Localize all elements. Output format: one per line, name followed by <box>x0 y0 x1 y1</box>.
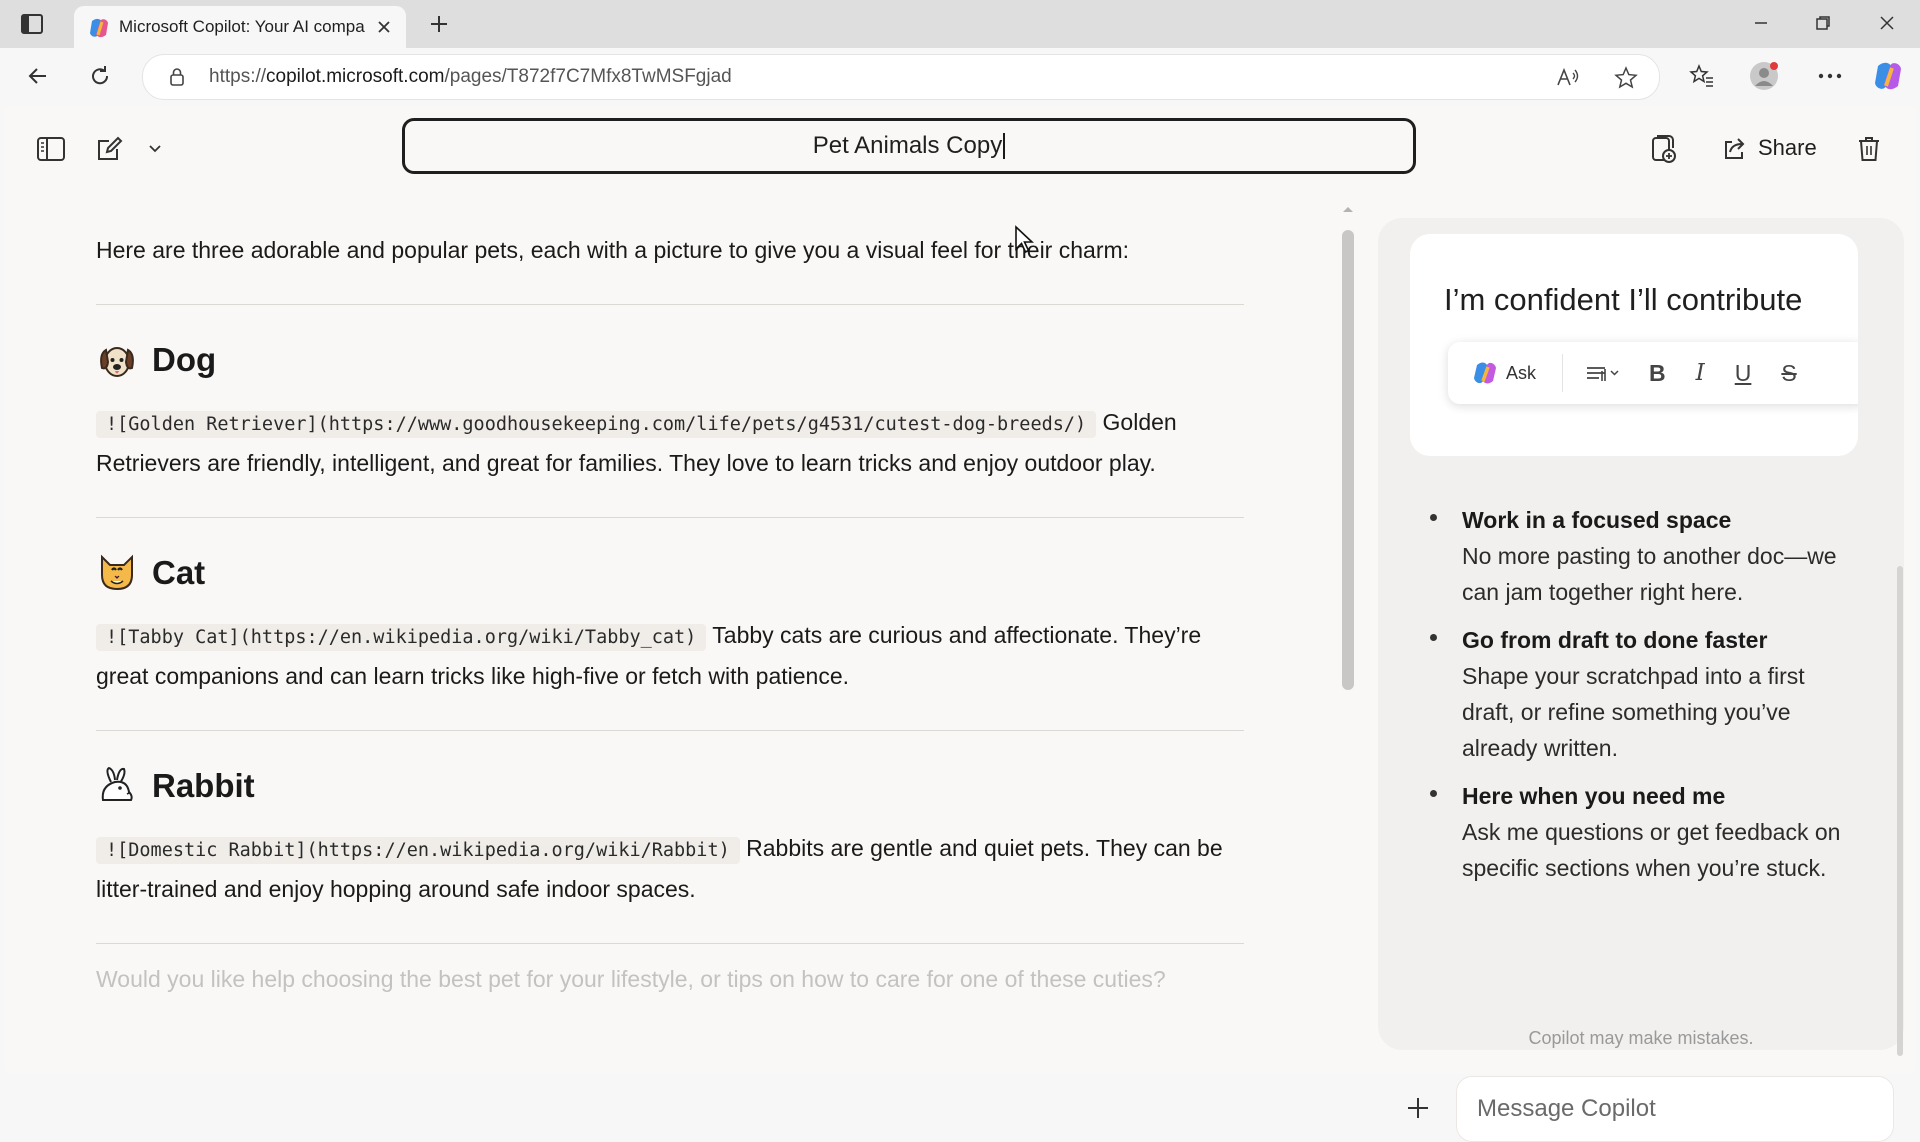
cat-face-icon <box>96 552 138 594</box>
tab-title: Microsoft Copilot: Your AI compa <box>119 17 365 36</box>
pet-name: Cat <box>152 554 206 591</box>
preview-card: I’m confident I’ll contribute Ask B I U … <box>1410 234 1858 456</box>
divider <box>96 517 1244 518</box>
list-item: Here when you need me Ask me questions o… <box>1428 778 1848 886</box>
chevron-down-icon[interactable] <box>144 132 166 166</box>
url-path: /pages/T872f7C7Mfx8TwMSFgjad <box>444 66 732 87</box>
page-title-input[interactable]: Pet Animals Copy <box>402 118 1416 174</box>
url-text[interactable]: https://copilot.microsoft.com/pages/T872… <box>209 66 732 88</box>
address-bar[interactable]: https://copilot.microsoft.com/pages/T872… <box>142 54 1660 100</box>
formatting-toolbar: Ask B I U S <box>1448 342 1858 404</box>
feature-description: No more pasting to another doc—we can ja… <box>1462 543 1837 605</box>
url-prefix: https:// <box>209 66 267 87</box>
share-icon <box>1722 136 1748 160</box>
divider <box>96 730 1244 731</box>
paragraph-style-icon[interactable] <box>1585 363 1619 383</box>
browser-navbar: https://copilot.microsoft.com/pages/T872… <box>0 48 1920 104</box>
browser-tab-active[interactable]: Microsoft Copilot: Your AI compa <box>74 6 406 48</box>
message-copilot-input[interactable] <box>1456 1076 1894 1142</box>
feature-title: Go from draft to done faster <box>1462 627 1768 653</box>
list-item: Work in a focused space No more pasting … <box>1428 502 1848 610</box>
underline-icon[interactable]: U <box>1735 360 1752 387</box>
mouse-pointer-icon <box>1013 224 1035 256</box>
restore-icon[interactable] <box>1802 8 1844 38</box>
feature-description: Shape your scratchpad into a first draft… <box>1462 663 1805 761</box>
add-attachment-icon[interactable] <box>1402 1092 1434 1124</box>
pet-name: Rabbit <box>152 767 255 804</box>
image-markdown-code: ![Golden Retriever](https://www.goodhous… <box>96 411 1097 438</box>
delete-trash-icon[interactable] <box>1856 132 1882 166</box>
feature-title: Work in a focused space <box>1462 507 1732 533</box>
italic-icon[interactable]: I <box>1696 360 1705 386</box>
strikethrough-icon[interactable]: S <box>1781 360 1796 387</box>
add-to-page-icon[interactable] <box>1648 132 1678 166</box>
intro-paragraph: Here are three adorable and popular pets… <box>96 237 1130 263</box>
image-markdown-code: ![Tabby Cat](https://en.wikipedia.org/wi… <box>96 624 707 651</box>
copilot-panel: I’m confident I’ll contribute Ask B I U … <box>1378 218 1904 1050</box>
share-button[interactable]: Share <box>1722 130 1817 166</box>
more-options-icon[interactable] <box>1814 60 1846 92</box>
dog-face-icon <box>96 339 138 381</box>
close-window-icon[interactable] <box>1866 8 1908 38</box>
text-caret <box>1003 133 1006 159</box>
feature-list: Work in a focused space No more pasting … <box>1428 502 1848 898</box>
list-item: Go from draft to done faster Shape your … <box>1428 622 1848 766</box>
url-domain: copilot.microsoft.com <box>266 66 445 87</box>
pet-heading-cat: Cat <box>96 552 1248 594</box>
copilot-pages-app: Pet Animals Copy Share Here are three ad… <box>4 106 1916 1142</box>
preview-text: I’m confident I’ll contribute <box>1444 282 1803 317</box>
toolbar-separator <box>1562 354 1564 392</box>
lock-icon[interactable] <box>167 67 187 87</box>
page-document[interactable]: Here are three adorable and popular pets… <box>96 234 1248 993</box>
ask-copilot-button[interactable]: Ask <box>1472 360 1536 386</box>
favorites-icon[interactable] <box>1686 60 1718 92</box>
copilot-sidebar-icon[interactable] <box>1872 60 1904 92</box>
divider <box>96 943 1244 944</box>
profile-avatar-icon[interactable] <box>1748 60 1780 92</box>
feature-title: Here when you need me <box>1462 783 1726 809</box>
page-title: Pet Animals Copy <box>812 132 1003 159</box>
pet-name: Dog <box>152 341 217 378</box>
refresh-icon[interactable] <box>84 60 116 92</box>
read-aloud-icon[interactable] <box>1555 65 1581 91</box>
panel-scrollbar-thumb[interactable] <box>1897 566 1903 1056</box>
scroll-up-arrow-icon[interactable] <box>1340 204 1356 214</box>
copilot-favicon-icon <box>88 17 110 39</box>
sidebar-toggle-icon[interactable] <box>34 132 68 166</box>
rabbit-icon <box>96 765 138 807</box>
favorite-star-icon[interactable] <box>1613 65 1639 91</box>
tab-actions-icon[interactable] <box>18 12 46 36</box>
copilot-logo-icon <box>1472 360 1498 386</box>
close-tab-icon[interactable] <box>374 17 394 37</box>
back-arrow-icon[interactable] <box>22 60 54 92</box>
disclaimer-text: Copilot may make mistakes. <box>1528 1028 1754 1048</box>
browser-tab-strip: Microsoft Copilot: Your AI compa <box>0 0 1920 48</box>
image-markdown-code: ![Domestic Rabbit](https://en.wikipedia.… <box>96 837 740 864</box>
feature-description: Ask me questions or get feedback on spec… <box>1462 819 1841 881</box>
pet-paragraph: ![Golden Retriever](https://www.goodhous… <box>96 403 1246 483</box>
new-tab-icon[interactable] <box>424 10 454 38</box>
pet-paragraph: ![Domestic Rabbit](https://en.wikipedia.… <box>96 829 1246 909</box>
pet-heading-dog: Dog <box>96 339 1248 381</box>
minimize-icon[interactable] <box>1740 8 1782 38</box>
share-label: Share <box>1758 135 1817 160</box>
bold-icon[interactable]: B <box>1649 360 1666 387</box>
document-scrollbar-thumb[interactable] <box>1342 230 1354 690</box>
divider <box>96 304 1244 305</box>
pet-paragraph: ![Tabby Cat](https://en.wikipedia.org/wi… <box>96 616 1246 696</box>
pet-heading-rabbit: Rabbit <box>96 765 1248 807</box>
closing-question: Would you like help choosing the best pe… <box>96 966 1166 992</box>
new-page-edit-icon[interactable] <box>92 132 126 166</box>
ask-label: Ask <box>1506 362 1537 383</box>
